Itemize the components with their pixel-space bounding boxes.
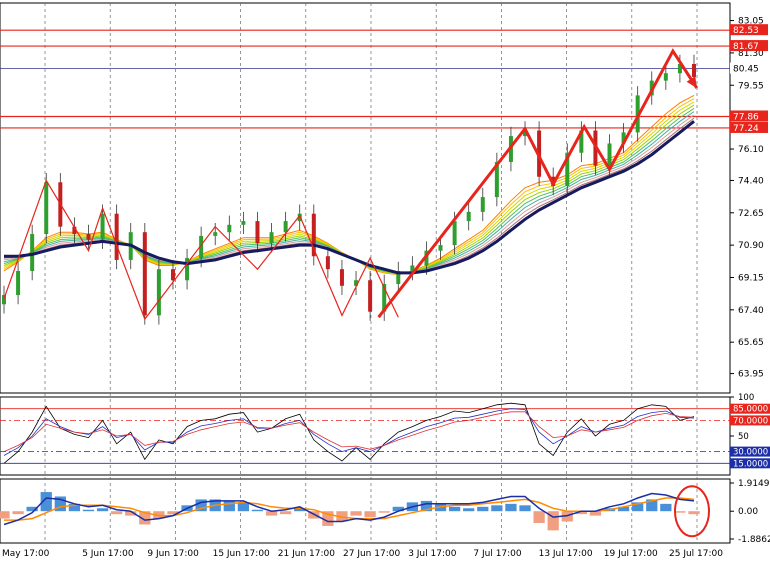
osc-y-tick-label: 50 xyxy=(738,432,749,442)
x-tick-label: 25 Jul 17:00 xyxy=(669,549,723,559)
macd-histogram-bar xyxy=(350,511,362,516)
candle-body xyxy=(241,221,246,225)
candle-body xyxy=(438,245,443,251)
price-y-tick-label: 76.10 xyxy=(738,145,764,155)
x-tick-label: May 17:00 xyxy=(2,549,50,559)
macd-histogram-bar xyxy=(237,502,250,512)
x-tick-label: 5 Jun 17:00 xyxy=(82,549,134,559)
macd-histogram-bar xyxy=(251,509,264,512)
candle-body xyxy=(227,224,232,233)
osc-level-tag-label: 15.0000 xyxy=(733,459,768,469)
macd-histogram-bar xyxy=(223,500,235,512)
x-tick-label: 27 Jun 17:00 xyxy=(343,549,400,559)
macd-histogram-bar xyxy=(463,508,475,512)
candle-body xyxy=(692,63,696,77)
price-level-tag-label: 81.67 xyxy=(733,42,759,52)
macd-histogram-bar xyxy=(111,511,123,515)
macd-histogram-bar xyxy=(364,511,376,518)
x-tick-label: 15 Jun 17:00 xyxy=(213,549,270,559)
price-y-tick-label: 72.65 xyxy=(738,209,764,219)
macd-histogram-bar xyxy=(82,509,95,512)
candle-body xyxy=(213,232,218,236)
macd-histogram-bar xyxy=(519,505,531,512)
candle-body xyxy=(607,143,612,166)
macd-histogram-bar xyxy=(491,505,503,512)
macd-histogram-bar xyxy=(448,506,461,512)
macd-histogram-bar xyxy=(505,503,517,512)
macd-y-tick-label: 1.9149 xyxy=(738,479,770,489)
price-level-tag-label: 77.86 xyxy=(733,112,759,122)
osc-level-tag-label: 70.0000 xyxy=(733,416,768,426)
candle-body xyxy=(100,213,105,240)
osc-level-tag-label: 30.0000 xyxy=(733,448,768,458)
chart-window: May 17:00 5 Jun 17:00 9 Jun 17:00 15 Jun 17… xyxy=(0,0,770,565)
macd-histogram-bar xyxy=(688,511,700,515)
candle-body xyxy=(269,232,274,244)
x-tick-label: 13 Jul 17:00 xyxy=(539,549,593,559)
candle-body xyxy=(325,256,330,270)
candle-body xyxy=(368,280,373,312)
candle-body xyxy=(170,269,175,281)
candle-body xyxy=(466,211,471,222)
macd-histogram-bar xyxy=(378,511,390,513)
price-level-tag-label: 82.53 xyxy=(733,26,759,36)
price-level-tag-label: 80.45 xyxy=(733,65,759,75)
candle-body xyxy=(114,213,119,260)
x-tick-label: 19 Jul 17:00 xyxy=(604,549,658,559)
price-y-tick-label: 67.40 xyxy=(738,306,764,316)
price-y-tick-label: 74.40 xyxy=(738,176,764,186)
candle-body xyxy=(44,182,49,235)
price-y-tick-label: 70.90 xyxy=(738,241,764,251)
macd-histogram-bar xyxy=(533,511,545,523)
candle-body xyxy=(16,271,21,296)
macd-histogram-bar xyxy=(477,506,489,512)
price-y-tick-label: 69.15 xyxy=(738,273,764,283)
candle-body xyxy=(156,269,161,316)
chart-canvas: May 17:00 5 Jun 17:00 9 Jun 17:00 15 Jun 17… xyxy=(0,0,770,565)
macd-histogram-bar xyxy=(0,511,10,519)
macd-histogram-bar xyxy=(12,511,24,515)
price-y-tick-label: 79.55 xyxy=(738,81,764,91)
macd-histogram-bar xyxy=(660,503,672,512)
macd-histogram-bar xyxy=(280,511,292,515)
macd-y-tick-label: -1.8862 xyxy=(738,535,770,545)
candle-body xyxy=(663,73,668,81)
candle-body xyxy=(283,221,288,233)
macd-histogram-bar xyxy=(96,508,109,512)
price-level-tag-label: 77.24 xyxy=(733,124,759,134)
candle-body xyxy=(339,269,344,286)
candle-body xyxy=(452,221,457,246)
price-y-tick-label: 65.65 xyxy=(738,338,764,348)
macd-y-tick-label: 0.00 xyxy=(738,507,758,517)
x-tick-label: 7 Jul 17:00 xyxy=(473,549,522,559)
osc-level-tag-label: 85.0000 xyxy=(733,405,768,415)
x-tick-label: 9 Jun 17:00 xyxy=(147,549,199,559)
candle-body xyxy=(142,232,147,316)
candle-body xyxy=(255,221,260,244)
osc-y-tick-label: 100 xyxy=(738,393,754,403)
price-y-tick-label: 63.95 xyxy=(738,370,764,380)
x-tick-label: 3 Jul 17:00 xyxy=(408,549,457,559)
candle-body xyxy=(86,234,91,240)
x-tick-label: 21 Jun 17:00 xyxy=(278,549,335,559)
candle-body xyxy=(480,197,485,212)
